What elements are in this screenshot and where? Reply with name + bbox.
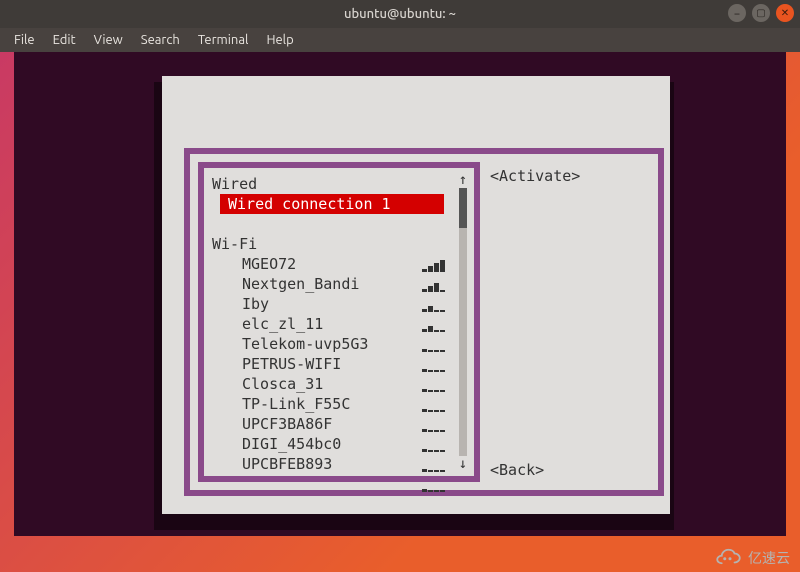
- menu-search[interactable]: Search: [133, 31, 188, 49]
- scroll-up-arrow-icon[interactable]: ↑: [458, 174, 468, 186]
- window-title: ubuntu@ubuntu: ~: [344, 7, 456, 21]
- activate-button[interactable]: <Activate>: [490, 166, 640, 186]
- signal-icon: [422, 358, 448, 372]
- menu-edit[interactable]: Edit: [45, 31, 84, 49]
- signal-icon: [422, 478, 448, 492]
- back-button[interactable]: <Back>: [490, 460, 544, 480]
- signal-icon: [422, 338, 448, 352]
- signal-icon: [422, 278, 448, 292]
- spacer-row: [212, 214, 454, 234]
- wifi-item[interactable]: PETRUS-WIFI: [212, 354, 454, 374]
- signal-icon: [422, 298, 448, 312]
- window-titlebar: ubuntu@ubuntu: ~ – ▢ ✕: [0, 0, 800, 28]
- menu-bar: File Edit View Search Terminal Help: [0, 28, 800, 52]
- wifi-item[interactable]: Iby: [212, 294, 454, 314]
- wifi-item[interactable]: elc_zl_11: [212, 314, 454, 334]
- menu-view[interactable]: View: [86, 31, 131, 49]
- wifi-item[interactable]: UPCBFEB893: [212, 454, 454, 470]
- nmtui-dialog: Wired Wired connection 1 Wi-Fi MGEO72 Ne…: [184, 148, 664, 496]
- list-frame: Wired Wired connection 1 Wi-Fi MGEO72 Ne…: [198, 162, 480, 482]
- menu-file[interactable]: File: [6, 31, 43, 49]
- signal-column: [422, 174, 452, 470]
- connection-list[interactable]: Wired Wired connection 1 Wi-Fi MGEO72 Ne…: [212, 174, 454, 470]
- wifi-item[interactable]: UPCF3BA86F: [212, 414, 454, 434]
- action-buttons: <Activate> <Back>: [490, 166, 640, 186]
- signal-icon: [422, 458, 448, 472]
- wifi-item[interactable]: DIGI_454bc0: [212, 434, 454, 454]
- wifi-item[interactable]: MGEO72: [212, 254, 454, 274]
- minimize-button[interactable]: –: [728, 4, 746, 22]
- cloud-icon: [712, 548, 742, 568]
- signal-icon: [422, 258, 448, 272]
- wifi-item[interactable]: Nextgen_Bandi: [212, 274, 454, 294]
- wifi-item[interactable]: Telekom-uvp5G3: [212, 334, 454, 354]
- wifi-item[interactable]: Closca_31: [212, 374, 454, 394]
- signal-icon: [422, 438, 448, 452]
- watermark: 亿速云: [712, 548, 790, 568]
- list-scrollbar[interactable]: ↑ ↓: [458, 174, 468, 470]
- scroll-down-arrow-icon[interactable]: ↓: [458, 458, 468, 470]
- wired-connection-selected[interactable]: Wired connection 1: [220, 194, 444, 214]
- wired-heading: Wired: [212, 174, 454, 194]
- wifi-item[interactable]: TP-Link_F55C: [212, 394, 454, 414]
- menu-terminal[interactable]: Terminal: [190, 31, 257, 49]
- watermark-text: 亿速云: [748, 548, 790, 568]
- signal-icon: [422, 378, 448, 392]
- signal-icon: [422, 318, 448, 332]
- signal-icon: [422, 398, 448, 412]
- menu-help[interactable]: Help: [258, 31, 301, 49]
- wifi-heading: Wi-Fi: [212, 234, 454, 254]
- close-button[interactable]: ✕: [776, 4, 794, 22]
- terminal-area: Wired Wired connection 1 Wi-Fi MGEO72 Ne…: [14, 52, 786, 536]
- maximize-button[interactable]: ▢: [752, 4, 770, 22]
- scroll-track[interactable]: [459, 188, 467, 456]
- scroll-thumb[interactable]: [459, 188, 467, 228]
- window-controls: – ▢ ✕: [728, 4, 794, 22]
- signal-icon: [422, 418, 448, 432]
